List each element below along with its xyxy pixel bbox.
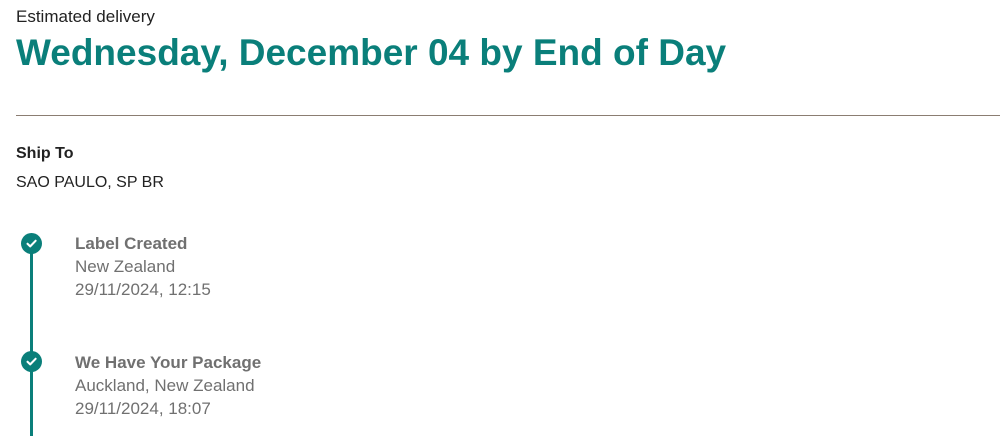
check-circle-icon <box>21 351 42 372</box>
milestone-title: We Have Your Package <box>75 353 262 372</box>
timeline-progress-line <box>30 242 33 436</box>
check-circle-icon <box>21 233 42 254</box>
milestone-title: Label Created <box>75 234 188 253</box>
section-divider <box>16 115 1000 116</box>
milestone-location: New Zealand <box>75 257 176 276</box>
ship-to-address: SAO PAULO, SP BR <box>16 174 164 191</box>
milestone-datetime: 29/11/2024, 12:15 <box>75 280 211 299</box>
milestone-datetime: 29/11/2024, 18:07 <box>75 399 211 418</box>
estimated-delivery-label: Estimated delivery <box>16 7 155 26</box>
milestone-label-created: Label Created New Zealand 29/11/2024, 12… <box>75 232 211 301</box>
milestone-package-received: We Have Your Package Auckland, New Zeala… <box>75 351 261 420</box>
milestone-location: Auckland, New Zealand <box>75 376 255 395</box>
estimated-delivery-date: Wednesday, December 04 by End of Day <box>16 32 727 73</box>
ship-to-heading: Ship To <box>16 145 74 162</box>
